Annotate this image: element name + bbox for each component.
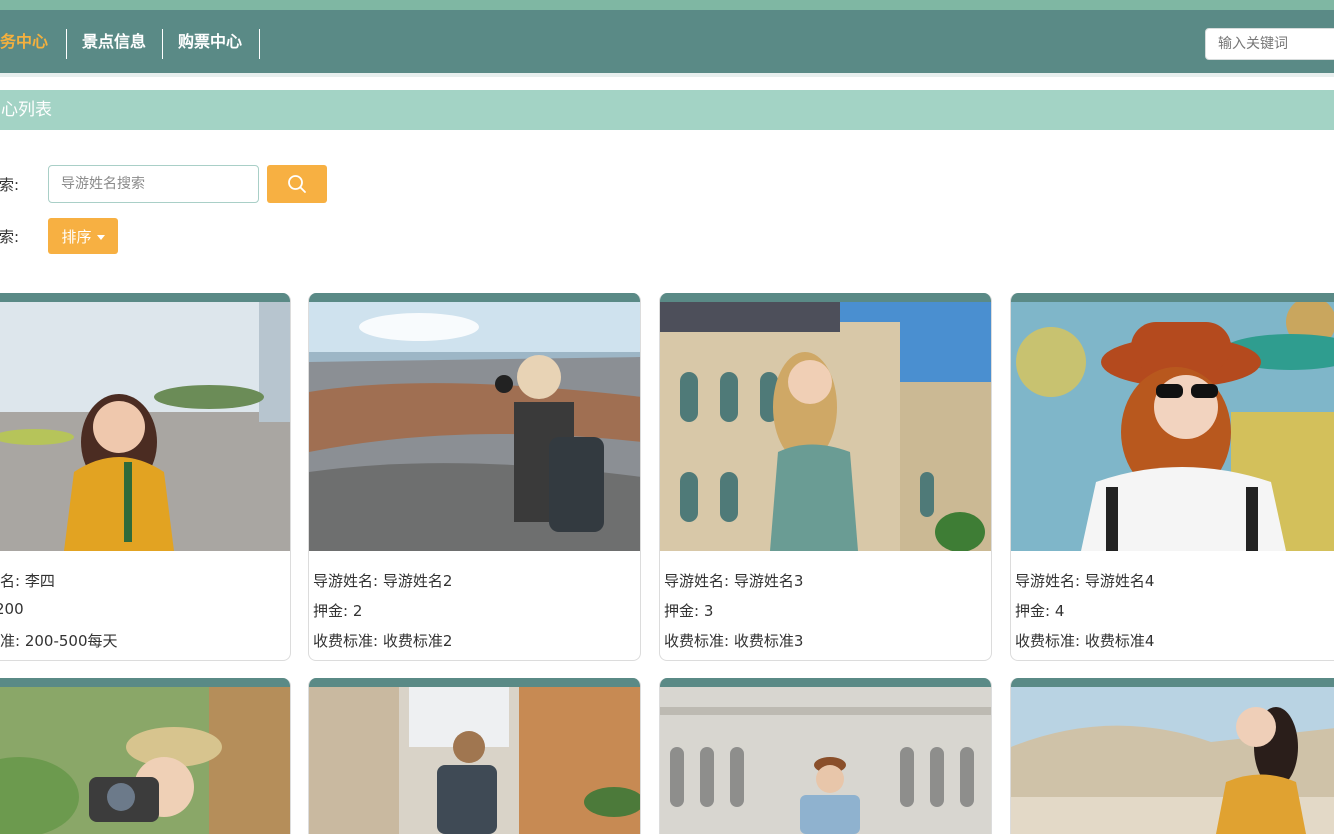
navbar-shadow (0, 73, 1334, 77)
nav-separator (259, 29, 260, 59)
guide-deposit-text: 押金: 2 (313, 602, 363, 620)
guide-name-text: 导游姓名: 导游姓名3 (664, 572, 804, 590)
guide-name-search-input[interactable] (48, 165, 259, 203)
guide-card[interactable]: 导游姓名: 导游姓名3 押金: 3 收费标准: 收费标准3 (659, 293, 992, 661)
section-title: 中心列表 (0, 100, 52, 120)
guide-fee-text: 收费标准: 收费标准2 (313, 632, 453, 650)
guide-fee-text: 标准: 200-500每天 (0, 632, 118, 650)
nav-search-input[interactable] (1205, 28, 1334, 60)
nav-separator (162, 29, 163, 59)
guide-deposit-text: 押金: 3 (664, 602, 714, 620)
card-top-bar (309, 293, 640, 302)
card-top-bar (309, 678, 640, 687)
guide-name-text: 导游姓名: 导游姓名2 (313, 572, 453, 590)
guide-card[interactable]: 姓名: 李四 200 标准: 200-500每天 (0, 293, 291, 661)
search-button[interactable] (267, 165, 327, 203)
guide-photo (660, 687, 991, 834)
guide-card[interactable]: 导游姓名: 导游姓名2 押金: 2 收费标准: 收费标准2 (308, 293, 641, 661)
card-top-bar (0, 678, 290, 687)
guide-card[interactable] (659, 678, 992, 834)
nav-item-service-center[interactable]: 服务中心 (0, 10, 48, 73)
sort-label: 搜索: (0, 228, 20, 246)
card-top-bar (660, 293, 991, 302)
guide-card[interactable] (0, 678, 291, 834)
guide-card[interactable]: 导游姓名: 导游姓名4 押金: 4 收费标准: 收费标准4 (1010, 293, 1334, 661)
card-top-bar (1011, 293, 1334, 302)
card-top-bar (1011, 678, 1334, 687)
guide-name-text: 导游姓名: 导游姓名4 (1015, 572, 1155, 590)
sort-dropdown-button[interactable]: 排序 (48, 218, 118, 254)
top-accent-strip (0, 0, 1334, 10)
guide-photo (1011, 302, 1334, 551)
nav-item-attractions[interactable]: 景点信息 (82, 10, 146, 73)
guide-deposit-text: 200 (0, 600, 24, 618)
nav-separator (66, 29, 67, 59)
guide-deposit-text: 押金: 4 (1015, 602, 1065, 620)
guide-photo (309, 687, 640, 834)
guide-photo (660, 302, 991, 551)
navbar: 服务中心 景点信息 购票中心 (0, 10, 1334, 73)
nav-item-tickets[interactable]: 购票中心 (178, 10, 242, 73)
guide-fee-text: 收费标准: 收费标准4 (1015, 632, 1155, 650)
caret-down-icon (96, 234, 105, 240)
guide-card[interactable] (308, 678, 641, 834)
guide-name-text: 姓名: 李四 (0, 572, 55, 590)
card-top-bar (0, 293, 290, 302)
card-top-bar (660, 678, 991, 687)
guide-photo (0, 687, 290, 834)
guide-photo (1011, 687, 1334, 834)
guide-photo (0, 302, 290, 551)
section-header: 中心列表 (0, 90, 1334, 130)
guide-photo (309, 302, 640, 551)
guide-card[interactable] (1010, 678, 1334, 834)
name-search-label: 搜索: (0, 176, 20, 194)
search-icon (288, 175, 306, 193)
guide-fee-text: 收费标准: 收费标准3 (664, 632, 804, 650)
sort-button-label: 排序 (61, 227, 92, 246)
